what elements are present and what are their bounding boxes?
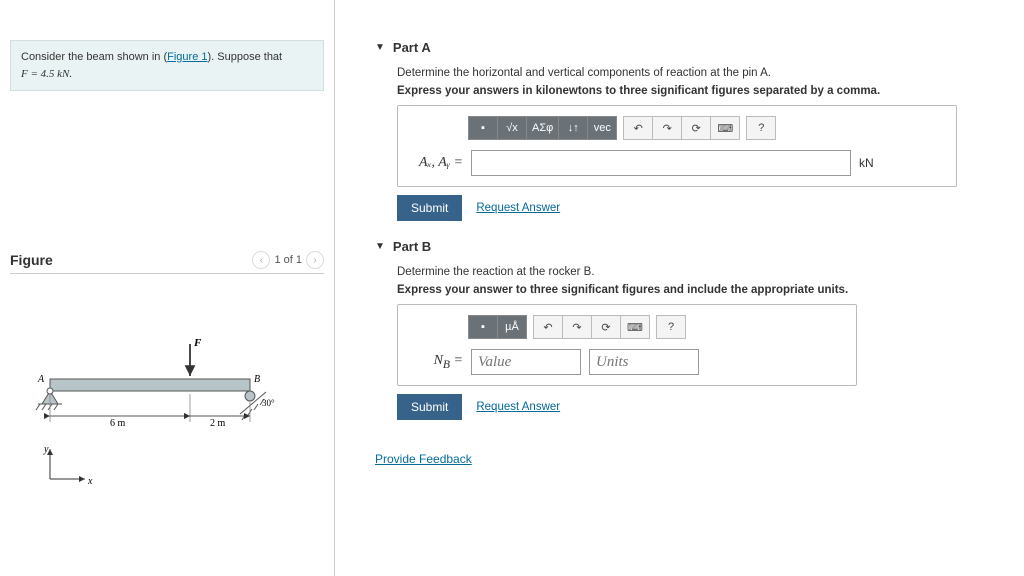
figure-counter: 1 of 1 [274, 254, 302, 266]
part-b-instruction: Determine the reaction at the rocker B. [397, 266, 994, 278]
part-a-answer-row: Aₓ, Aᵧ = kN [408, 150, 946, 176]
redo-icon[interactable]: ↷ [652, 116, 682, 140]
part-a-lhs: Aₓ, Aᵧ = [408, 155, 463, 171]
right-column: ▼ Part A Determine the horizontal and ve… [335, 0, 1024, 576]
provide-feedback-link[interactable]: Provide Feedback [375, 452, 472, 466]
reset-icon[interactable]: ⟳ [591, 315, 621, 339]
part-b-request-answer-link[interactable]: Request Answer [476, 401, 560, 413]
caret-down-icon: ▼ [375, 241, 385, 252]
part-a-toolbar: ▪ √x ΑΣφ ↓↑ vec ↶ ↷ ⟳ ⌨ ? [468, 116, 946, 140]
dim-6m: 6 m [110, 418, 126, 429]
undo-icon[interactable]: ↶ [623, 116, 653, 140]
help-icon[interactable]: ? [746, 116, 776, 140]
vector-icon[interactable]: vec [587, 116, 617, 140]
part-a-instruction: Determine the horizontal and vertical co… [397, 67, 994, 79]
redo-icon[interactable]: ↷ [562, 315, 592, 339]
problem-pre: Consider the beam shown in ( [21, 51, 167, 63]
part-a-header[interactable]: ▼ Part A [375, 40, 994, 55]
part-a-actions: Submit Request Answer [397, 195, 994, 221]
beam-diagram: A B 30° F 6 m 2 m y x [10, 304, 290, 504]
part-b-actions: Submit Request Answer [397, 394, 994, 420]
label-F: F [193, 337, 202, 349]
reset-icon[interactable]: ⟳ [681, 116, 711, 140]
subscript-icon[interactable]: ↓↑ [558, 116, 588, 140]
part-a-input[interactable] [471, 150, 851, 176]
part-b-toolbar: ▪ µÅ ↶ ↷ ⟳ ⌨ ? [468, 315, 846, 339]
part-a-title: Part A [393, 40, 431, 55]
part-a-request-answer-link[interactable]: Request Answer [476, 202, 560, 214]
dim-2m: 2 m [210, 418, 226, 429]
keyboard-icon[interactable]: ⌨ [710, 116, 740, 140]
part-a-answer-panel: ▪ √x ΑΣφ ↓↑ vec ↶ ↷ ⟳ ⌨ ? Aₓ, Aᵧ = kN [397, 105, 957, 187]
part-b-body: Determine the reaction at the rocker B. … [375, 266, 994, 420]
undo-icon[interactable]: ↶ [533, 315, 563, 339]
figure-section: Figure ‹ 1 of 1 › A B 30° F [10, 251, 324, 507]
figure-nav: ‹ 1 of 1 › [252, 251, 324, 269]
figure-prev-button[interactable]: ‹ [252, 251, 270, 269]
greek-icon[interactable]: ΑΣφ [526, 116, 559, 140]
units-icon[interactable]: µÅ [497, 315, 527, 339]
axis-x: x [87, 476, 93, 487]
part-b-submit-button[interactable]: Submit [397, 394, 462, 420]
axis-y: y [43, 444, 49, 455]
help-icon[interactable]: ? [656, 315, 686, 339]
problem-post: ). Suppose that [208, 51, 283, 63]
part-a-unit: kN [859, 156, 874, 170]
part-a-hint: Express your answers in kilonewtons to t… [397, 85, 994, 97]
figure-link[interactable]: Figure 1 [167, 51, 207, 63]
part-b-hint: Express your answer to three significant… [397, 284, 994, 296]
keyboard-icon[interactable]: ⌨ [620, 315, 650, 339]
part-a-submit-button[interactable]: Submit [397, 195, 462, 221]
label-A: A [37, 374, 45, 385]
part-b-title: Part B [393, 239, 431, 254]
caret-down-icon: ▼ [375, 42, 385, 53]
part-a-body: Determine the horizontal and vertical co… [375, 67, 994, 221]
part-b-lhs: NB = [408, 353, 463, 371]
sqrt-icon[interactable]: √x [497, 116, 527, 140]
figure-title: Figure [10, 252, 53, 268]
left-column: Consider the beam shown in (Figure 1). S… [0, 0, 335, 576]
problem-statement: Consider the beam shown in (Figure 1). S… [10, 40, 324, 91]
label-angle: 30° [262, 398, 275, 408]
label-B: B [254, 374, 260, 385]
part-b-value-input[interactable] [471, 349, 581, 375]
template-icon[interactable]: ▪ [468, 315, 498, 339]
part-b-header[interactable]: ▼ Part B [375, 239, 994, 254]
figure-next-button[interactable]: › [306, 251, 324, 269]
problem-equation: F = 4.5 kN. [21, 68, 72, 80]
part-b-answer-row: NB = [408, 349, 846, 375]
part-b-units-input[interactable] [589, 349, 699, 375]
part-b-answer-panel: ▪ µÅ ↶ ↷ ⟳ ⌨ ? NB = [397, 304, 857, 386]
figure-header: Figure ‹ 1 of 1 › [10, 251, 324, 274]
template-icon[interactable]: ▪ [468, 116, 498, 140]
